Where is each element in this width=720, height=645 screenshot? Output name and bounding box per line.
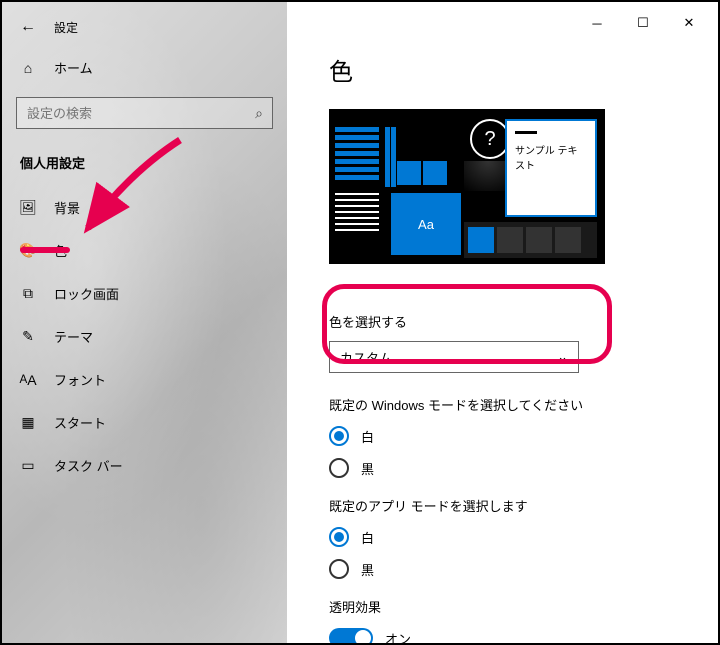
maximize-button[interactable]: ☐: [620, 8, 666, 38]
preview-taskbar: [464, 222, 597, 258]
nav-label: 背景: [54, 198, 80, 217]
nav-label: テーマ: [54, 327, 93, 346]
lock-icon: ⧉: [20, 286, 36, 302]
radio-icon: [329, 559, 349, 579]
choose-color-dropdown[interactable]: カスタム ⌄: [329, 341, 579, 373]
color-preview: Aa ? サンプル テキスト: [329, 109, 605, 264]
nav-label: ロック画面: [54, 284, 119, 303]
section-label: 個人用設定: [2, 147, 287, 186]
nav-taskbar[interactable]: ▭ タスク バー: [2, 444, 287, 487]
picture-icon: 🖼: [20, 200, 36, 216]
radio-label: 黒: [361, 459, 374, 478]
main-content: 色 Aa ? サンプル テキスト 色を選択する カスタム ⌄ 既定の Windo…: [287, 2, 718, 643]
windows-mode-light[interactable]: 白: [329, 426, 676, 446]
transparency-label: 透明効果: [329, 597, 676, 616]
radio-icon: [329, 426, 349, 446]
radio-icon: [329, 527, 349, 547]
font-icon: AA: [20, 372, 36, 388]
nav-themes[interactable]: ✎ テーマ: [2, 315, 287, 358]
theme-icon: ✎: [20, 329, 36, 345]
nav-start[interactable]: ▦ スタート: [2, 401, 287, 444]
radio-icon: [329, 458, 349, 478]
windows-mode-label: 既定の Windows モードを選択してください: [329, 395, 676, 414]
window-title: 設定: [54, 19, 78, 36]
nav-fonts[interactable]: AA フォント: [2, 358, 287, 401]
sidebar: ← 設定 ⌂ ホーム ⌕ 個人用設定 🖼 背景 🎨 色 ⧉ ロック画面 ✎ テー…: [2, 2, 287, 643]
chevron-down-icon: ⌄: [557, 349, 568, 365]
app-mode-dark[interactable]: 黒: [329, 559, 676, 579]
search-box[interactable]: ⌕: [16, 97, 273, 129]
home-icon: ⌂: [20, 60, 36, 76]
back-button[interactable]: ←: [20, 18, 36, 36]
page-title: 色: [329, 52, 676, 87]
nav-label: タスク バー: [54, 456, 123, 475]
nav-lockscreen[interactable]: ⧉ ロック画面: [2, 272, 287, 315]
preview-sample-window: サンプル テキスト: [505, 119, 597, 217]
search-icon: ⌕: [255, 105, 263, 122]
radio-label: 黒: [361, 560, 374, 579]
start-icon: ▦: [20, 415, 36, 431]
annotation-underline: [20, 247, 70, 253]
preview-tile: Aa: [391, 193, 461, 255]
radio-label: 白: [361, 427, 374, 446]
taskbar-icon: ▭: [20, 458, 36, 474]
close-button[interactable]: ✕: [666, 8, 712, 38]
home-button[interactable]: ⌂ ホーム: [2, 44, 287, 91]
toggle-state: オン: [385, 629, 411, 644]
app-mode-light[interactable]: 白: [329, 527, 676, 547]
app-mode-label: 既定のアプリ モードを選択します: [329, 496, 676, 515]
dropdown-value: カスタム: [340, 348, 392, 367]
windows-mode-dark[interactable]: 黒: [329, 458, 676, 478]
choose-color-label: 色を選択する: [329, 312, 676, 331]
nav-label: フォント: [54, 370, 106, 389]
sample-text: サンプル テキスト: [515, 146, 577, 172]
radio-label: 白: [361, 528, 374, 547]
minimize-button[interactable]: ─: [574, 8, 620, 38]
transparency-toggle[interactable]: [329, 628, 373, 643]
nav-background[interactable]: 🖼 背景: [2, 186, 287, 229]
nav-label: スタート: [54, 413, 106, 432]
search-input[interactable]: [16, 97, 273, 129]
home-label: ホーム: [54, 58, 93, 77]
